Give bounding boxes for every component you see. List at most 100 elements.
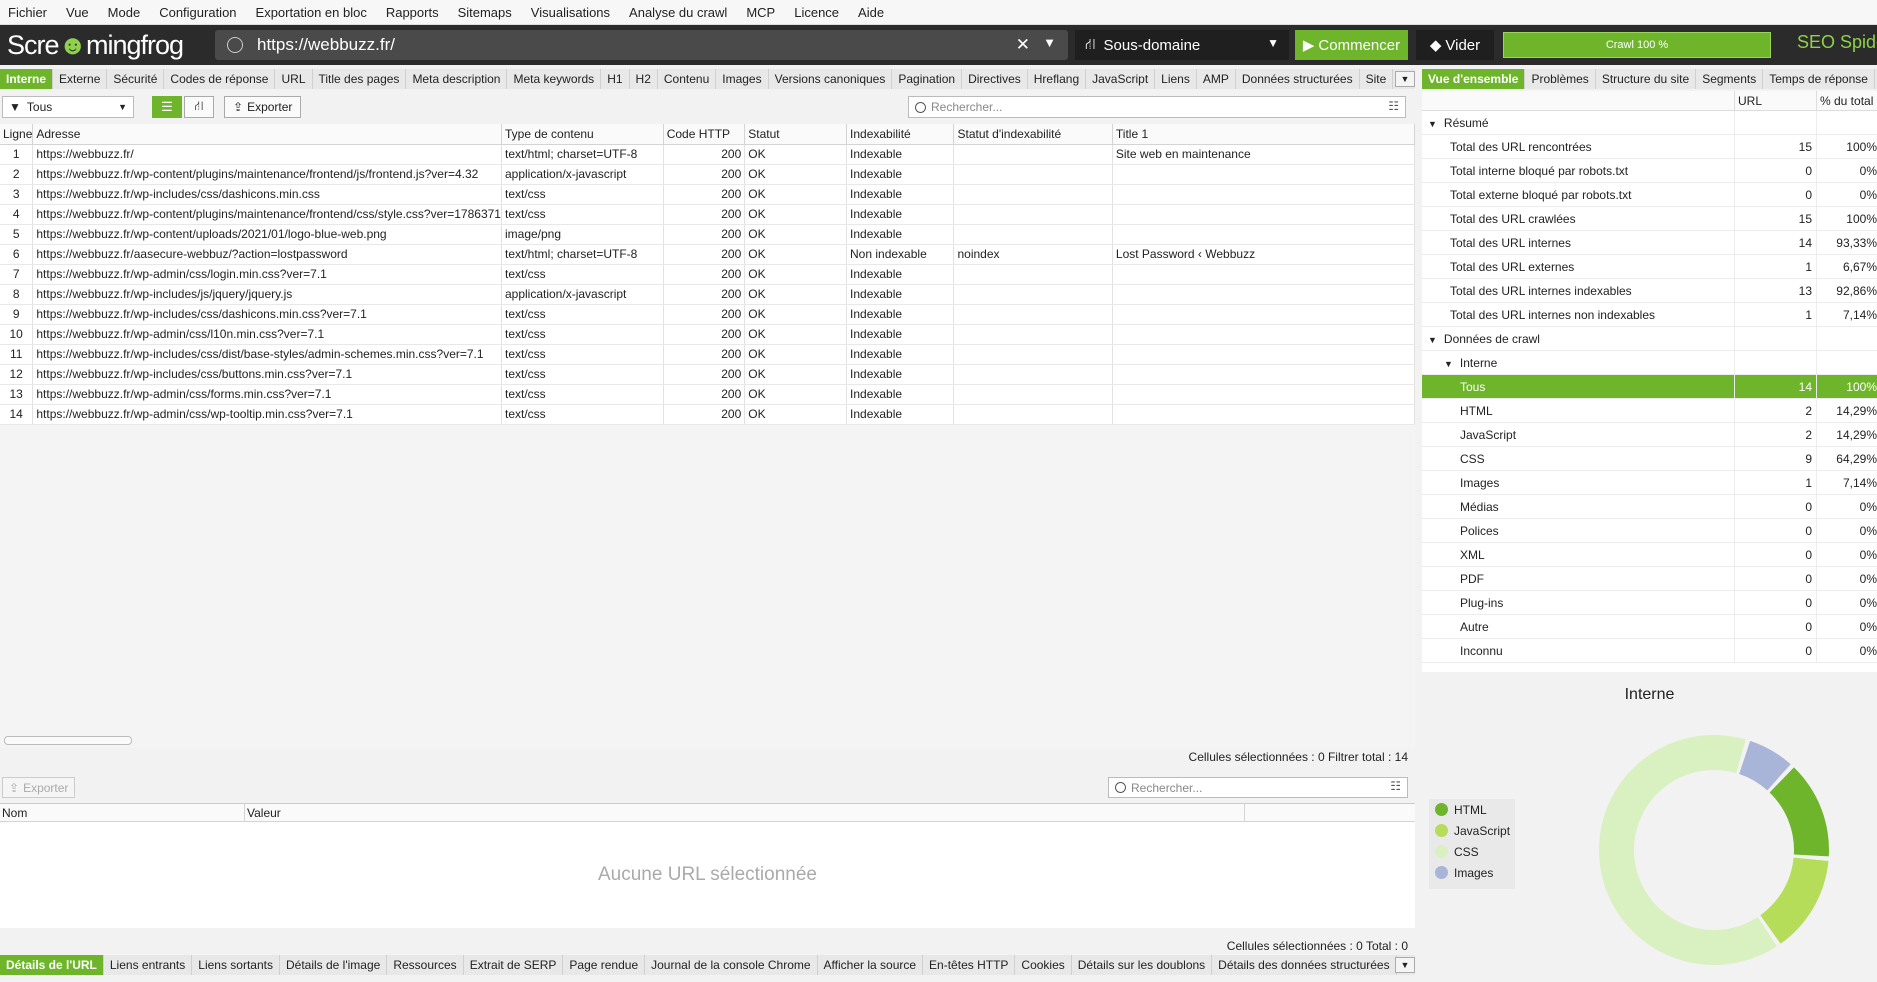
donut-slice-javascript[interactable] [1760, 857, 1829, 944]
table-cell[interactable] [1112, 404, 1415, 425]
table-row[interactable]: 12 https://webbuzz.fr/wp-includes/css/but… [0, 364, 1415, 385]
overview-row[interactable]: Total interne bloqué par robots.txt 0 0% [1422, 158, 1877, 183]
table-cell[interactable]: Indexable [846, 204, 955, 225]
table-cell[interactable]: https://webbuzz.fr/ [32, 144, 502, 165]
tab-item[interactable]: AMP [1197, 69, 1236, 89]
search-input[interactable]: Rechercher... ☷ [908, 96, 1406, 118]
tab-item[interactable]: Hreflang [1028, 69, 1087, 89]
table-cell[interactable]: OK [744, 324, 848, 345]
table-cell[interactable]: 200 [663, 244, 746, 265]
table-cell[interactable]: text/css [501, 364, 664, 385]
table-cell[interactable]: 200 [663, 224, 746, 245]
overview-row[interactable]: PDF 0 0% [1422, 566, 1877, 591]
table-row[interactable]: 6 https://webbuzz.fr/aasecure-webbuz/?act… [0, 244, 1415, 265]
tab-item[interactable]: JavaScript [1086, 69, 1156, 89]
table-cell[interactable]: OK [744, 344, 848, 365]
menu-item[interactable]: Mode [108, 5, 141, 20]
overview-row[interactable]: Tous 14 100% [1422, 374, 1877, 399]
search-options-icon[interactable]: ☷ [1388, 99, 1399, 113]
export-button[interactable]: ⇪ Exporter [224, 96, 302, 118]
table-cell[interactable]: 200 [663, 364, 746, 385]
overview-row[interactable]: Plug-ins 0 0% [1422, 590, 1877, 615]
tab-item[interactable]: H1 [601, 69, 630, 89]
details-search-input[interactable]: Rechercher... ☷ [1108, 777, 1408, 798]
right-tab-item[interactable]: Vue d'ensemble [1422, 69, 1526, 89]
overview-row[interactable]: CSS 9 64,29% [1422, 446, 1877, 471]
table-cell[interactable]: OK [744, 304, 848, 325]
table-cell[interactable]: text/css [501, 304, 664, 325]
table-cell[interactable]: 7 [0, 264, 34, 285]
table-cell[interactable]: text/html; charset=UTF-8 [501, 244, 664, 265]
tab-item[interactable]: Codes de réponse [164, 69, 276, 89]
table-cell[interactable] [953, 364, 1113, 385]
table-cell[interactable]: text/css [501, 384, 664, 405]
table-cell[interactable]: Indexable [846, 304, 955, 325]
table-cell[interactable]: 200 [663, 164, 746, 185]
bottom-tab-item[interactable]: Détails de l'URL [0, 955, 104, 975]
expand-triangle-icon[interactable]: ▼ [1444, 359, 1453, 369]
table-cell[interactable]: OK [744, 164, 848, 185]
table-cell[interactable] [1112, 224, 1415, 245]
table-cell[interactable] [1112, 364, 1415, 385]
table-cell[interactable]: 200 [663, 204, 746, 225]
table-cell[interactable] [1112, 304, 1415, 325]
column-header[interactable]: Indexabilité [846, 124, 955, 145]
table-cell[interactable] [1112, 324, 1415, 345]
table-row[interactable]: 14 https://webbuzz.fr/wp-admin/css/wp-too… [0, 404, 1415, 425]
table-cell[interactable]: 6 [0, 244, 34, 265]
expand-triangle-icon[interactable]: ▼ [1428, 119, 1437, 129]
table-cell[interactable]: 5 [0, 224, 34, 245]
table-cell[interactable]: https://webbuzz.fr/wp-admin/css/forms.mi… [32, 384, 502, 405]
table-cell[interactable] [953, 164, 1113, 185]
table-cell[interactable]: text/html; charset=UTF-8 [501, 144, 664, 165]
clear-button[interactable]: ◆ Vider [1416, 30, 1494, 60]
table-cell[interactable]: OK [744, 364, 848, 385]
bottom-tab-item[interactable]: Détails des données structurées [1212, 955, 1397, 975]
horizontal-scrollbar[interactable] [4, 736, 132, 745]
table-row[interactable]: 2 https://webbuzz.fr/wp-content/plugins/m… [0, 164, 1415, 185]
column-header[interactable]: Statut [744, 124, 848, 145]
table-cell[interactable] [953, 204, 1113, 225]
table-cell[interactable] [1112, 184, 1415, 205]
table-cell[interactable]: text/css [501, 324, 664, 345]
table-cell[interactable]: Indexable [846, 184, 955, 205]
table-cell[interactable]: text/css [501, 344, 664, 365]
bottom-tab-item[interactable]: Extrait de SERP [464, 955, 564, 975]
bottom-tab-item[interactable]: Liens sortants [192, 955, 280, 975]
menu-item[interactable]: Sitemaps [458, 5, 512, 20]
column-header[interactable]: Code HTTP [663, 124, 746, 145]
table-row[interactable]: 8 https://webbuzz.fr/wp-includes/js/jquer… [0, 284, 1415, 305]
table-cell[interactable] [1112, 264, 1415, 285]
bottom-tab-item[interactable]: Journal de la console Chrome [645, 955, 818, 975]
overview-row[interactable]: Total externe bloqué par robots.txt 0 0% [1422, 182, 1877, 207]
table-cell[interactable]: Lost Password ‹ Webbuzz [1112, 244, 1415, 265]
table-cell[interactable] [953, 284, 1113, 305]
column-header[interactable]: Statut d'indexabilité [953, 124, 1113, 145]
table-cell[interactable] [953, 264, 1113, 285]
filter-select[interactable]: ▼ Tous ▼ [2, 96, 134, 118]
right-tab-item[interactable]: Problèmes [1525, 69, 1596, 89]
menu-item[interactable]: Aide [858, 5, 884, 20]
table-cell[interactable]: 200 [663, 344, 746, 365]
bottom-tab-item[interactable]: Ressources [387, 955, 464, 975]
overview-row[interactable]: Total des URL internes 14 93,33% [1422, 230, 1877, 255]
table-cell[interactable]: https://webbuzz.fr/wp-content/plugins/ma… [32, 164, 502, 185]
menu-item[interactable]: Configuration [159, 5, 236, 20]
table-cell[interactable]: https://webbuzz.fr/wp-includes/css/dashi… [32, 184, 502, 205]
right-tab-item[interactable]: Segments [1696, 69, 1764, 89]
table-cell[interactable]: Non indexable [846, 244, 955, 265]
tab-item[interactable]: Title des pages [313, 69, 407, 89]
bottom-tab-item[interactable]: Cookies [1015, 955, 1072, 975]
table-cell[interactable] [953, 324, 1113, 345]
overview-row[interactable]: JavaScript 2 14,29% [1422, 422, 1877, 447]
legend-item[interactable]: JavaScript [1429, 820, 1515, 841]
tree-view-button[interactable]: ⛙ [184, 96, 214, 118]
table-cell[interactable]: OK [744, 264, 848, 285]
legend-item[interactable]: HTML [1429, 799, 1515, 820]
menu-item[interactable]: Licence [794, 5, 839, 20]
overview-row[interactable]: Inconnu 0 0% [1422, 638, 1877, 663]
overview-row[interactable]: Médias 0 0% [1422, 494, 1877, 519]
table-cell[interactable]: https://webbuzz.fr/wp-content/plugins/ma… [32, 204, 502, 225]
table-cell[interactable]: https://webbuzz.fr/wp-admin/css/login.mi… [32, 264, 502, 285]
tab-item[interactable]: Meta keywords [507, 69, 602, 89]
